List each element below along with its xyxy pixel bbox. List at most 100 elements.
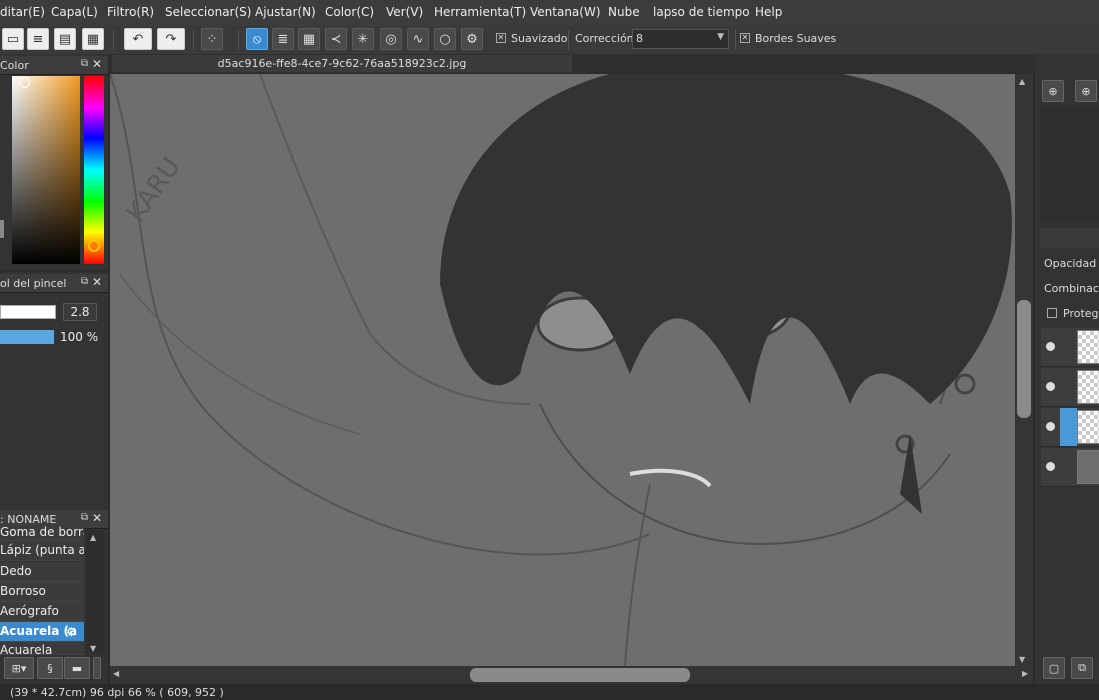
snap-settings-icon[interactable]: ⚙ xyxy=(461,28,483,50)
eye-icon[interactable] xyxy=(1046,342,1055,351)
scroll-left-icon[interactable]: ◀ xyxy=(113,669,119,678)
menu-tool[interactable]: Herramienta(T) xyxy=(434,5,526,19)
eye-icon[interactable] xyxy=(1046,462,1055,471)
menu-view[interactable]: Ver(V) xyxy=(386,5,423,19)
menu-help[interactable]: Help xyxy=(755,5,782,19)
add-brush-icon[interactable]: ⊞▾ xyxy=(4,657,34,679)
popout-icon[interactable]: ⧉ xyxy=(81,276,88,287)
fg-color-swatch[interactable] xyxy=(0,220,4,238)
face-outline xyxy=(539,403,951,546)
toolbar-separator xyxy=(568,30,569,50)
comment-icon[interactable]: ▭ xyxy=(2,28,24,50)
scroll-up-icon[interactable]: ▲ xyxy=(90,533,96,542)
brush-item[interactable]: Lápiz (punta ag xyxy=(0,541,84,561)
toolbar: ▭ ≡ ▤ ▦ ↶ ↷ ⁘ ⦸ ≣ ▦ ≺ ✳ ◎ ∿ ○ ⚙ ✕ Suaviz… xyxy=(0,26,1099,55)
new-layer-icon[interactable]: ▢ xyxy=(1043,657,1065,679)
horizontal-scroll-thumb[interactable] xyxy=(470,668,690,682)
brush-item[interactable]: Borroso xyxy=(0,582,84,602)
brush-size-slider[interactable] xyxy=(0,305,56,319)
brush-item[interactable]: Acuarela xyxy=(0,642,84,655)
soft-edges-checkbox[interactable]: ✕ xyxy=(740,33,750,43)
layer-panel-header xyxy=(1040,228,1099,248)
color-panel-header: Color ⧉ ✕ xyxy=(0,56,108,75)
protect-checkbox[interactable] xyxy=(1047,308,1057,318)
status-bar: (39 * 42.7cm) 96 dpi 66 % ( 609, 952 ) xyxy=(0,684,1099,700)
undo-icon[interactable]: ↶ xyxy=(124,28,152,50)
grid-snap-icon[interactable]: ▦ xyxy=(298,28,320,50)
brush-item[interactable]: Aerógrafo xyxy=(0,602,84,622)
close-icon[interactable]: ✕ xyxy=(92,57,102,71)
redo-icon[interactable]: ↷ xyxy=(157,28,185,50)
zoom-in-icon[interactable]: ⊕ xyxy=(1042,80,1064,102)
snap-off-icon[interactable]: ⦸ xyxy=(246,28,268,50)
hue-cursor[interactable] xyxy=(88,240,100,252)
status-text: (39 * 42.7cm) 96 dpi 66 % ( 609, 952 ) xyxy=(10,686,224,699)
correction-select[interactable]: 8 ▼ xyxy=(632,29,729,49)
brush-item[interactable]: Goma de borrar xyxy=(0,526,84,541)
smoothing-checkbox[interactable]: ✕ xyxy=(496,33,506,43)
scroll-up-icon[interactable]: ▲ xyxy=(1019,77,1025,86)
document-icon[interactable]: ≡ xyxy=(27,28,49,50)
menu-color[interactable]: Color(C) xyxy=(325,5,374,19)
brush-settings-icon[interactable]: ⚙ xyxy=(66,625,77,639)
saturation-value-picker[interactable] xyxy=(12,76,80,264)
menu-select[interactable]: Seleccionar(S) xyxy=(165,5,251,19)
scroll-down-icon[interactable]: ▼ xyxy=(90,644,96,653)
layers-view-icon[interactable]: ▤ xyxy=(54,28,76,50)
curve-snap-icon[interactable]: ∿ xyxy=(407,28,429,50)
scroll-down-icon[interactable]: ▼ xyxy=(1019,655,1025,664)
brush-opacity-slider[interactable] xyxy=(0,330,54,344)
color-cursor[interactable] xyxy=(19,77,30,88)
close-icon[interactable]: ✕ xyxy=(92,511,102,525)
brush-item[interactable]: Dedo xyxy=(0,562,84,582)
earring-shape xyxy=(954,373,976,395)
deselect-icon[interactable]: ⁘ xyxy=(201,28,223,50)
perspective-snap-icon[interactable]: ≺ xyxy=(325,28,347,50)
eye-icon[interactable] xyxy=(1046,382,1055,391)
menu-timelapse[interactable]: lapso de tiempo xyxy=(653,5,750,19)
popout-icon[interactable]: ⧉ xyxy=(81,512,88,523)
close-icon[interactable]: ✕ xyxy=(92,275,102,289)
menu-layer[interactable]: Capa(L) xyxy=(51,5,98,19)
mouth-highlight xyxy=(629,468,712,488)
brush-size-value[interactable]: 2.8 xyxy=(63,303,97,321)
hue-slider[interactable] xyxy=(84,76,104,264)
parallel-snap-icon[interactable]: ≣ xyxy=(272,28,294,50)
layer-row[interactable] xyxy=(1041,368,1099,407)
scroll-right-icon[interactable]: ▶ xyxy=(1022,669,1028,678)
brush-settings-file-icon[interactable]: § xyxy=(37,657,63,679)
brush-control-title: ol del pincel xyxy=(0,277,67,290)
folder-icon[interactable]: ▬ xyxy=(64,657,90,679)
layer-row[interactable] xyxy=(1041,328,1099,367)
concentric-snap-icon[interactable]: ◎ xyxy=(380,28,402,50)
brush-list-title: : NONAME xyxy=(0,513,57,526)
document-tab[interactable]: d5ac916e-ffe8-4ce7-9c62-76aa518923c2.jpg xyxy=(112,55,572,72)
layer-thumbnail xyxy=(1077,450,1099,484)
panel-layout-icon[interactable]: ▦ xyxy=(82,28,104,50)
eye-icon[interactable] xyxy=(1046,422,1055,431)
circle-snap-icon[interactable]: ○ xyxy=(434,28,456,50)
duplicate-layer-icon[interactable]: ⧉ xyxy=(1071,657,1093,679)
soft-edges-label: Bordes Suaves xyxy=(755,32,837,45)
menu-window[interactable]: Ventana(W) xyxy=(530,5,601,19)
drawing-canvas[interactable]: KARU xyxy=(110,74,1015,666)
more-icon[interactable] xyxy=(93,657,101,679)
selected-layer-marker xyxy=(1060,408,1077,446)
radial-snap-icon[interactable]: ✳ xyxy=(352,28,374,50)
color-panel-title: Color xyxy=(0,59,29,72)
popout-icon[interactable]: ⧉ xyxy=(81,58,88,69)
brush-list-scrollbar[interactable] xyxy=(86,530,104,653)
menu-adjust[interactable]: Ajustar(N) xyxy=(255,5,316,19)
menu-cloud[interactable]: Nube xyxy=(608,5,640,19)
vertical-scroll-thumb[interactable] xyxy=(1017,300,1031,418)
menu-edit[interactable]: ditar(E) xyxy=(0,5,45,19)
zoom-in-icon[interactable]: ⊕ xyxy=(1075,80,1097,102)
layer-row[interactable] xyxy=(1041,448,1099,487)
correction-value: 8 xyxy=(636,32,643,45)
menu-filter[interactable]: Filtro(R) xyxy=(107,5,154,19)
artwork: KARU xyxy=(110,74,1012,666)
navigator-preview[interactable] xyxy=(1040,106,1099,222)
layer-row-selected[interactable] xyxy=(1041,408,1099,447)
opacity-label: Opacidad xyxy=(1044,257,1097,270)
toolbar-separator xyxy=(193,30,194,50)
